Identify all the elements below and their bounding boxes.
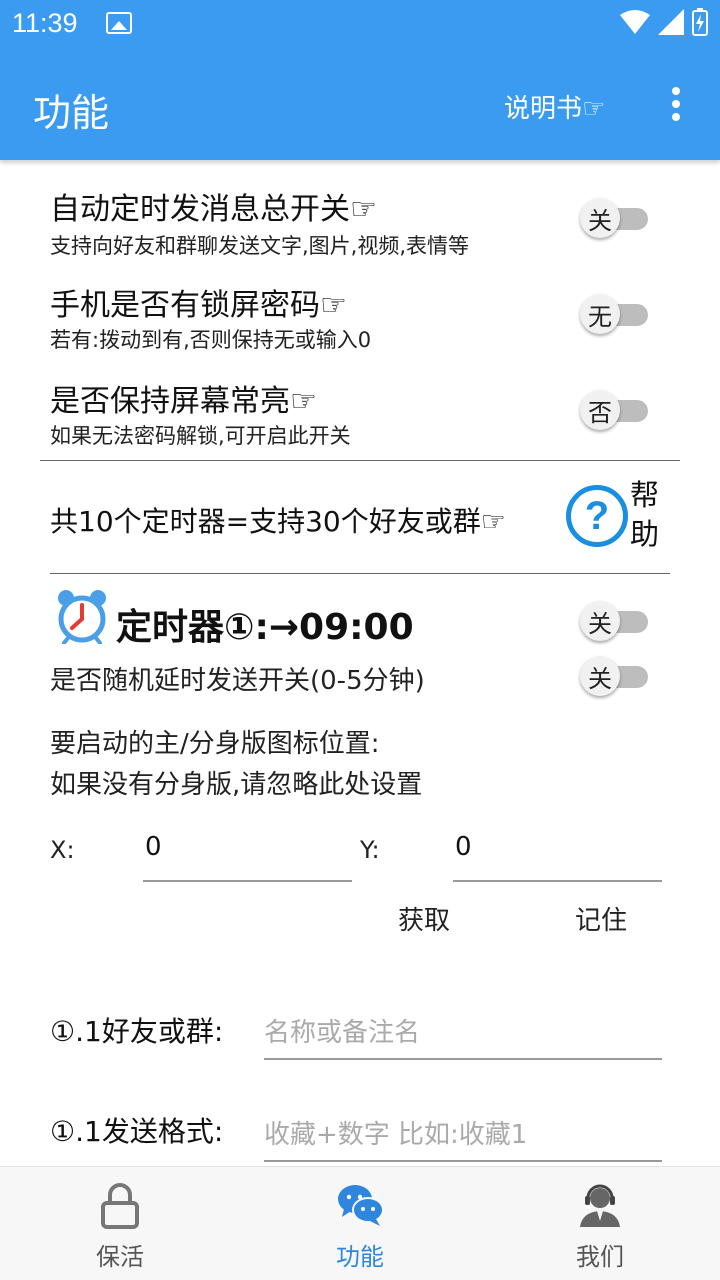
status-bar: 11:39 xyxy=(0,0,720,50)
get-coordinates-button[interactable]: 获取 xyxy=(398,900,450,937)
friend-input[interactable]: 名称或备注名 xyxy=(264,1002,662,1060)
setting-subtitle: 支持向好友和群聊发送文字,图片,视频,表情等 xyxy=(50,234,470,258)
manual-link[interactable]: 说明书☞ xyxy=(504,88,605,125)
content-scroll[interactable]: 自动定时发消息总开关☞ 支持向好友和群聊发送文字,图片,视频,表情等 关 手机是… xyxy=(0,160,720,1166)
icon-position-label: 要启动的主/分身版图标位置: xyxy=(50,729,380,759)
timer-toggle[interactable]: 关 xyxy=(580,601,652,641)
support-agent-icon xyxy=(580,1184,620,1227)
toggle-thumb: 关 xyxy=(580,601,620,641)
lock-icon xyxy=(101,1183,139,1229)
timer-header: 定时器①:→09:00 xyxy=(116,607,414,648)
nav-tab-keepalive[interactable]: 保活 xyxy=(0,1167,240,1280)
nav-tab-about-us[interactable]: 我们 xyxy=(480,1167,720,1280)
remember-coordinates-button[interactable]: 记住 xyxy=(575,900,627,937)
setting-title: 手机是否有锁屏密码☞ xyxy=(50,288,347,323)
format-label: ①.1发送格式: xyxy=(50,1115,224,1148)
nav-label: 功能 xyxy=(336,1243,384,1271)
y-input[interactable]: 0 xyxy=(453,828,662,882)
help-icon[interactable]: ? xyxy=(566,485,628,547)
cell-signal-icon xyxy=(658,9,684,35)
more-options-icon[interactable] xyxy=(664,84,688,124)
friend-label: ①.1好友或群: xyxy=(50,1015,224,1048)
toggle-thumb: 关 xyxy=(580,656,620,696)
app-title: 功能 xyxy=(33,91,110,135)
random-delay-label: 是否随机延时发送开关(0-5分钟) xyxy=(50,666,425,696)
alarm-clock-icon xyxy=(58,590,106,644)
format-input[interactable]: 收藏+数字 比如:收藏1 xyxy=(264,1104,662,1162)
setting-title: 自动定时发消息总开关☞ xyxy=(50,192,377,227)
wifi-icon xyxy=(620,10,650,34)
divider xyxy=(40,460,680,461)
toggle-thumb: 关 xyxy=(580,198,620,238)
help-label[interactable]: 帮助 xyxy=(630,476,664,554)
setting-title: 是否保持屏幕常亮☞ xyxy=(50,384,317,419)
toggle-thumb: 否 xyxy=(580,390,620,430)
x-input[interactable]: 0 xyxy=(143,828,352,882)
x-label: X: xyxy=(50,836,75,864)
divider xyxy=(50,573,670,574)
y-label: Y: xyxy=(360,836,380,864)
lock-password-toggle[interactable]: 无 xyxy=(580,294,652,334)
master-switch-toggle[interactable]: 关 xyxy=(580,198,652,238)
toggle-thumb: 无 xyxy=(580,294,620,334)
nav-tab-functions[interactable]: 功能 xyxy=(240,1167,480,1280)
random-delay-toggle[interactable]: 关 xyxy=(580,656,652,696)
app-bar: 功能 说明书☞ xyxy=(0,50,720,160)
chat-bubbles-icon xyxy=(338,1185,384,1226)
nav-label: 我们 xyxy=(576,1243,624,1271)
nav-label: 保活 xyxy=(96,1243,144,1271)
status-time: 11:39 xyxy=(12,8,78,38)
bottom-nav: 保活 功能 我们 xyxy=(0,1166,720,1280)
timer-count-info[interactable]: 共10个定时器=支持30个好友或群☞ xyxy=(50,500,506,540)
image-notification-icon xyxy=(106,12,132,34)
icon-position-hint: 如果没有分身版,请忽略此处设置 xyxy=(50,770,423,800)
keep-screen-on-toggle[interactable]: 否 xyxy=(580,390,652,430)
setting-subtitle: 如果无法密码解锁,可开启此开关 xyxy=(50,424,351,448)
setting-subtitle: 若有:拨动到有,否则保持无或输入0 xyxy=(50,328,372,352)
battery-charging-icon xyxy=(692,8,708,36)
